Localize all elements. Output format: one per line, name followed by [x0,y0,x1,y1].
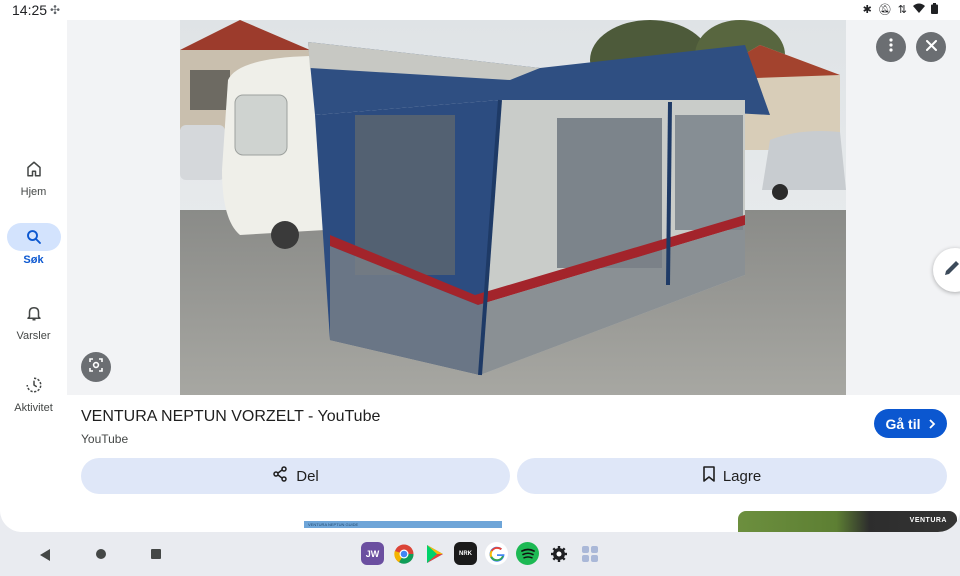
spotify-icon[interactable] [516,542,539,565]
rail-label-hjem: Hjem [20,186,47,198]
goto-label: Gå til [885,415,921,432]
rail-label-sok: Søk [23,254,44,266]
status-icons: ✱ 🔕︎ ⇅ [863,3,938,17]
rail-label-varsler: Varsler [16,330,51,342]
status-time: 14:25 [12,2,48,18]
app-drawer-icon[interactable] [578,542,601,565]
share-label: Del [296,467,319,485]
share-icon [272,466,288,486]
notifications-off-icon: 🔕︎ [877,4,892,16]
search-icon [6,223,61,251]
bell-icon [7,299,61,327]
back-icon [40,548,50,565]
home-button[interactable] [96,549,106,559]
jw-library-label: JW [365,548,380,559]
related-thumbnail-2[interactable]: VENTURA [738,511,957,532]
system-nav-bar: JW NRK [0,532,960,576]
chevron-right-icon [928,416,936,432]
rail-label-aktivitet: Aktivitet [14,402,53,414]
related-thumbnail-2-text: VENTURA [909,517,947,524]
main-panel: Hjem Søk Varsler Aktivitet VENTURA NEPTU… [0,20,960,532]
status-bar: 14:25 ✣ ✱ 🔕︎ ⇅ [0,0,960,20]
close-icon [925,38,937,56]
result-source: YouTube [81,432,129,446]
chrome-icon[interactable] [392,542,415,565]
rail-item-aktivitet[interactable]: Aktivitet [0,371,67,414]
image-viewer [67,20,960,395]
app-dock: JW NRK [361,542,601,565]
nav-rail: Hjem Søk Varsler Aktivitet [0,20,67,532]
pencil-icon [943,259,960,282]
play-store-icon[interactable] [423,542,446,565]
rail-item-hjem[interactable]: Hjem [0,155,67,198]
more-vert-icon [889,37,893,57]
lens-icon [89,357,103,377]
jw-library-icon[interactable]: JW [361,542,384,565]
settings-icon[interactable] [547,542,570,565]
lens-button[interactable] [81,352,111,382]
bluetooth-icon: ✱ [862,4,872,16]
rail-item-varsler[interactable]: Varsler [0,299,67,342]
close-button[interactable] [916,32,946,62]
rail-item-sok[interactable]: Søk [0,223,67,266]
activity-icon [7,371,61,399]
pinwheel-icon: ✣ [50,3,61,17]
bookmark-icon [703,466,715,486]
share-button[interactable]: Del [81,458,510,494]
goto-button[interactable]: Gå til [874,409,947,438]
save-button[interactable]: Lagre [517,458,947,494]
data-arrows-icon: ⇅ [897,4,907,16]
result-image[interactable] [180,20,846,395]
google-icon[interactable] [485,542,508,565]
edit-button[interactable] [933,248,960,292]
wifi-icon [913,3,925,17]
battery-icon [931,3,938,17]
related-thumbnail-1-text: VENTURA NEPTUN GUIDE [308,522,359,527]
result-title[interactable]: VENTURA NEPTUN VORZELT - YouTube [81,408,380,426]
save-label: Lagre [722,467,762,485]
home-icon [7,155,61,183]
more-options-button[interactable] [876,32,906,62]
recents-button[interactable] [151,549,161,559]
nrk-radio-label: NRK [459,550,472,557]
back-button[interactable] [40,548,50,566]
nrk-radio-icon[interactable]: NRK [454,542,477,565]
